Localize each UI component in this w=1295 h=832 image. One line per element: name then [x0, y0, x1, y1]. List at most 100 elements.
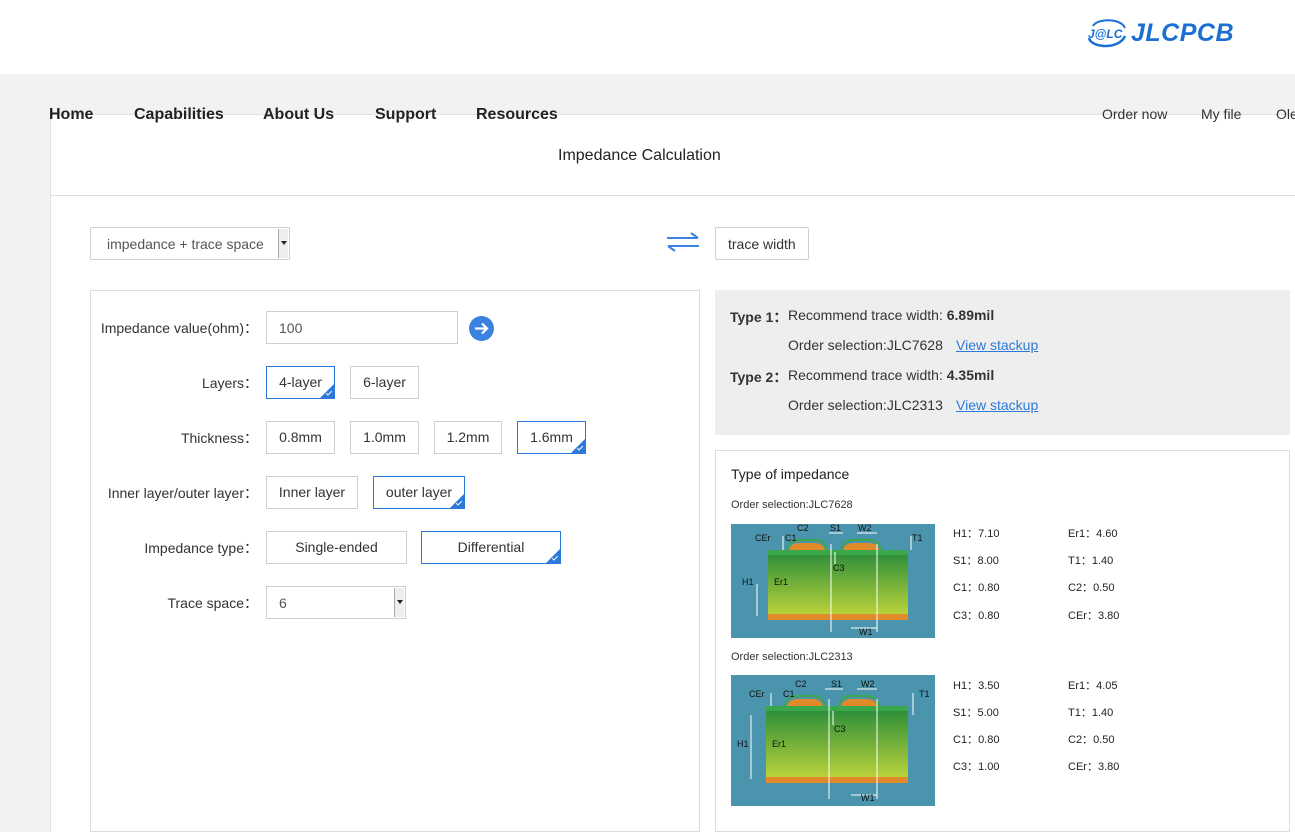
thickness-label: Thickness：	[180, 430, 258, 446]
svg-text:S1: S1	[830, 524, 841, 533]
s2-h1: H1：3.50	[953, 677, 999, 693]
s1-c2: C2：0.50	[1068, 579, 1114, 595]
param-value: 5.00	[977, 707, 999, 719]
stackup-1-order: Order selection:JLC7628	[731, 499, 853, 511]
arrow-right-circle-icon[interactable]	[469, 316, 494, 341]
svg-text:W1: W1	[859, 627, 873, 637]
s1-s1: S1：8.00	[953, 552, 999, 568]
nav-my-file[interactable]: My file	[1201, 106, 1241, 122]
view-stackup-link-2[interactable]: View stackup	[956, 397, 1038, 413]
s2-t1: T1：1.40	[1068, 704, 1113, 720]
result-2-label: Recommend trace width:	[788, 367, 947, 383]
param-value: 8.00	[977, 555, 999, 567]
svg-text:C1: C1	[785, 533, 797, 543]
nav-about-us[interactable]: About Us	[263, 106, 334, 124]
s1-c1: C1：0.80	[953, 579, 999, 595]
svg-text:W2: W2	[858, 524, 872, 533]
param-value: 3.80	[1097, 610, 1120, 622]
s2-c2: C2：0.50	[1068, 731, 1114, 747]
layer-type-outer[interactable]: outer layer	[373, 476, 465, 509]
result-1-text: Recommend trace width: 6.89mil	[788, 307, 994, 323]
param-value: 1.40	[1091, 707, 1114, 719]
param-label: C1：	[953, 582, 979, 594]
nav-capabilities[interactable]: Capabilities	[134, 106, 224, 124]
svg-text:H1: H1	[742, 577, 754, 587]
param-label: C3：	[953, 610, 979, 622]
svg-text:C2: C2	[795, 679, 807, 689]
s1-t1: T1：1.40	[1068, 552, 1113, 568]
result-2-order: Order selection:JLC2313	[788, 397, 943, 413]
result-1-label: Recommend trace width:	[788, 307, 947, 323]
result-1-value: 6.89mil	[946, 307, 995, 323]
param-value: 1.40	[1091, 555, 1114, 567]
svg-text:W1: W1	[861, 793, 875, 803]
trace-space-select[interactable]: 6	[266, 586, 406, 619]
param-label: C2：	[1068, 734, 1094, 746]
s2-s1: S1：5.00	[953, 704, 999, 720]
nav-order-now[interactable]: Order now	[1102, 106, 1167, 122]
stackup-2-order: Order selection:JLC2313	[731, 651, 853, 663]
s2-er1: Er1：4.05	[1068, 677, 1118, 693]
param-label: S1：	[953, 707, 978, 719]
swap-arrows-icon[interactable]	[664, 230, 702, 254]
calc-mode-select[interactable]: impedance + trace space	[90, 227, 290, 260]
param-label: CEr：	[1068, 610, 1098, 622]
param-value: 0.80	[978, 610, 1000, 622]
stackup-diagram-2: CEr C1 C2 S1 W2 T1 H1 Er1 C3 W1	[731, 675, 935, 806]
param-value: 4.05	[1096, 680, 1118, 692]
result-2-text: Recommend trace width: 4.35mil	[788, 367, 994, 383]
s2-cer: CEr：3.80	[1068, 758, 1119, 774]
svg-text:T1: T1	[912, 533, 923, 543]
param-value: 7.10	[978, 528, 1000, 540]
chevron-down-icon	[278, 229, 288, 258]
thickness-option-0-8[interactable]: 0.8mm	[266, 421, 335, 454]
nav-resources[interactable]: Resources	[476, 106, 558, 124]
nav-home[interactable]: Home	[49, 106, 93, 124]
thickness-option-1-6[interactable]: 1.6mm	[517, 421, 586, 454]
thickness-option-1-0[interactable]: 1.0mm	[350, 421, 419, 454]
param-label: H1：	[953, 528, 979, 540]
param-label: T1：	[1068, 555, 1092, 567]
param-label: CEr：	[1068, 761, 1098, 773]
svg-text:CEr: CEr	[755, 533, 771, 543]
impedance-type-single[interactable]: Single-ended	[266, 531, 407, 564]
svg-text:Er1: Er1	[774, 577, 788, 587]
svg-text:H1: H1	[737, 739, 749, 749]
trace-width-button[interactable]: trace width	[715, 227, 809, 260]
param-value: 0.80	[978, 734, 1000, 746]
param-label: S1：	[953, 555, 978, 567]
nav-support[interactable]: Support	[375, 106, 436, 124]
top-header: J@LC JLCPCB	[0, 0, 1295, 74]
svg-text:C1: C1	[783, 689, 795, 699]
param-value: 3.50	[978, 680, 1000, 692]
impedance-input[interactable]: 100	[266, 311, 458, 344]
impedance-type-differential[interactable]: Differential	[421, 531, 561, 564]
s1-h1: H1：7.10	[953, 525, 999, 541]
svg-text:Er1: Er1	[772, 739, 786, 749]
s1-c3: C3：0.80	[953, 607, 999, 623]
svg-text:W2: W2	[861, 679, 875, 689]
svg-text:C3: C3	[834, 724, 846, 734]
title-divider	[50, 195, 1295, 196]
layers-option-4[interactable]: 4-layer	[266, 366, 335, 399]
thickness-option-1-2[interactable]: 1.2mm	[434, 421, 502, 454]
svg-text:CEr: CEr	[749, 689, 765, 699]
layers-label: Layers：	[201, 375, 258, 391]
param-label: C2：	[1068, 582, 1094, 594]
s1-cer: CEr：3.80	[1068, 607, 1119, 623]
result-2-value: 4.35mil	[946, 367, 995, 383]
param-value: 0.80	[978, 582, 1000, 594]
layers-option-6[interactable]: 6-layer	[350, 366, 419, 399]
param-label: C1：	[953, 734, 979, 746]
impedance-type-label: Impedance type：	[144, 540, 258, 556]
view-stackup-link-1[interactable]: View stackup	[956, 337, 1038, 353]
jlcpcb-logo[interactable]: J@LC JLCPCB	[1085, 16, 1234, 50]
param-label: T1：	[1068, 707, 1092, 719]
svg-text:S1: S1	[831, 679, 842, 689]
layer-type-inner[interactable]: Inner layer	[266, 476, 358, 509]
param-label: C3：	[953, 761, 979, 773]
svg-text:C3: C3	[833, 563, 845, 573]
stackup-diagram-1: CEr C1 C2 S1 W2 T1 H1 Er1 C3 W1	[731, 524, 935, 638]
nav-ole[interactable]: Ole	[1276, 106, 1295, 122]
s2-c3: C3：1.00	[953, 758, 999, 774]
